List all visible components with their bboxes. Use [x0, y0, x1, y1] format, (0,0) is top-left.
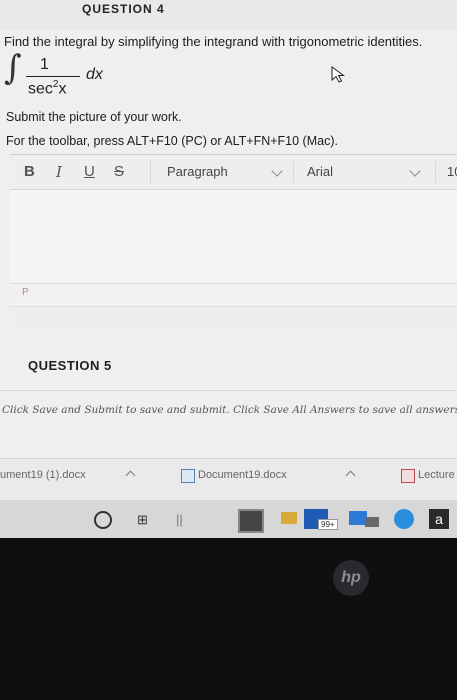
rich-text-editor[interactable]: B I U S Paragraph Arial 10 P — [10, 154, 457, 333]
font-size-select[interactable]: 10 — [447, 164, 457, 179]
mouse-pointer-icon — [331, 66, 346, 83]
editor-text-area[interactable] — [10, 190, 457, 282]
divider — [0, 390, 457, 391]
chevron-down-icon[interactable] — [409, 165, 421, 177]
browser-screen: QUESTION 4 Find the integral by simplify… — [0, 0, 457, 538]
question-instruction: Find the integral by simplifying the int… — [4, 34, 423, 49]
download-item[interactable]: Document19.docx — [198, 469, 287, 481]
integrand-denominator: sec2x — [28, 79, 67, 98]
bold-button[interactable]: B — [24, 163, 35, 180]
store-icon[interactable] — [238, 509, 264, 533]
toolbar-divider — [150, 161, 151, 183]
downloads-bar: ument19 (1).docx Document19.docx Lecture — [0, 458, 457, 501]
chevron-down-icon[interactable] — [271, 165, 283, 177]
question-title: QUESTION 4 — [82, 2, 165, 16]
font-select[interactable]: Arial — [307, 164, 333, 179]
strikethrough-button[interactable]: S — [114, 163, 124, 180]
laptop-bezel — [0, 538, 457, 700]
toolbar-hint: For the toolbar, press ALT+F10 (PC) or A… — [6, 134, 338, 148]
search-circle-icon[interactable] — [94, 511, 112, 529]
integrand-numerator: 1 — [40, 56, 49, 73]
taskbar-divider: || — [176, 512, 183, 527]
italic-button[interactable]: I — [56, 163, 62, 181]
task-view-icon[interactable]: ⊞ — [137, 512, 148, 528]
editor-status-bar: P — [10, 283, 457, 306]
editor-toolbar: B I U S Paragraph Arial 10 — [10, 155, 457, 190]
hp-logo: hp — [333, 560, 369, 596]
integral-sign: ∫ — [4, 48, 22, 88]
amazon-icon[interactable]: a — [429, 509, 449, 529]
folder-icon[interactable] — [281, 512, 297, 524]
download-item[interactable]: ument19 (1).docx — [0, 469, 86, 481]
windows-taskbar: ⊞ || 99+ a — [0, 500, 457, 538]
chevron-up-icon[interactable] — [125, 470, 136, 481]
pdf-doc-icon — [401, 469, 415, 483]
submit-prompt: Submit the picture of your work. — [6, 110, 182, 124]
chevron-up-icon[interactable] — [345, 470, 356, 481]
notification-badge: 99+ — [318, 519, 338, 530]
editor-footer — [10, 306, 457, 333]
toolbar-divider — [435, 161, 436, 183]
question-5-heading: QUESTION 5 — [28, 358, 112, 373]
word-doc-icon — [181, 469, 195, 483]
fraction-bar — [26, 76, 80, 77]
edge-browser-icon[interactable] — [394, 509, 414, 529]
paragraph-select[interactable]: Paragraph — [167, 164, 228, 179]
save-instructions: Click Save and Submit to save and submit… — [2, 404, 457, 416]
element-path[interactable]: P — [22, 287, 29, 298]
integral-expression: ∫ 1 sec2x dx — [4, 48, 124, 100]
toolbar-divider — [293, 161, 294, 183]
differential: dx — [86, 66, 103, 83]
underline-button[interactable]: U — [84, 163, 95, 180]
app-icon-secondary — [365, 517, 379, 527]
download-item[interactable]: Lecture — [418, 469, 455, 481]
question-header: QUESTION 4 — [0, 0, 457, 30]
